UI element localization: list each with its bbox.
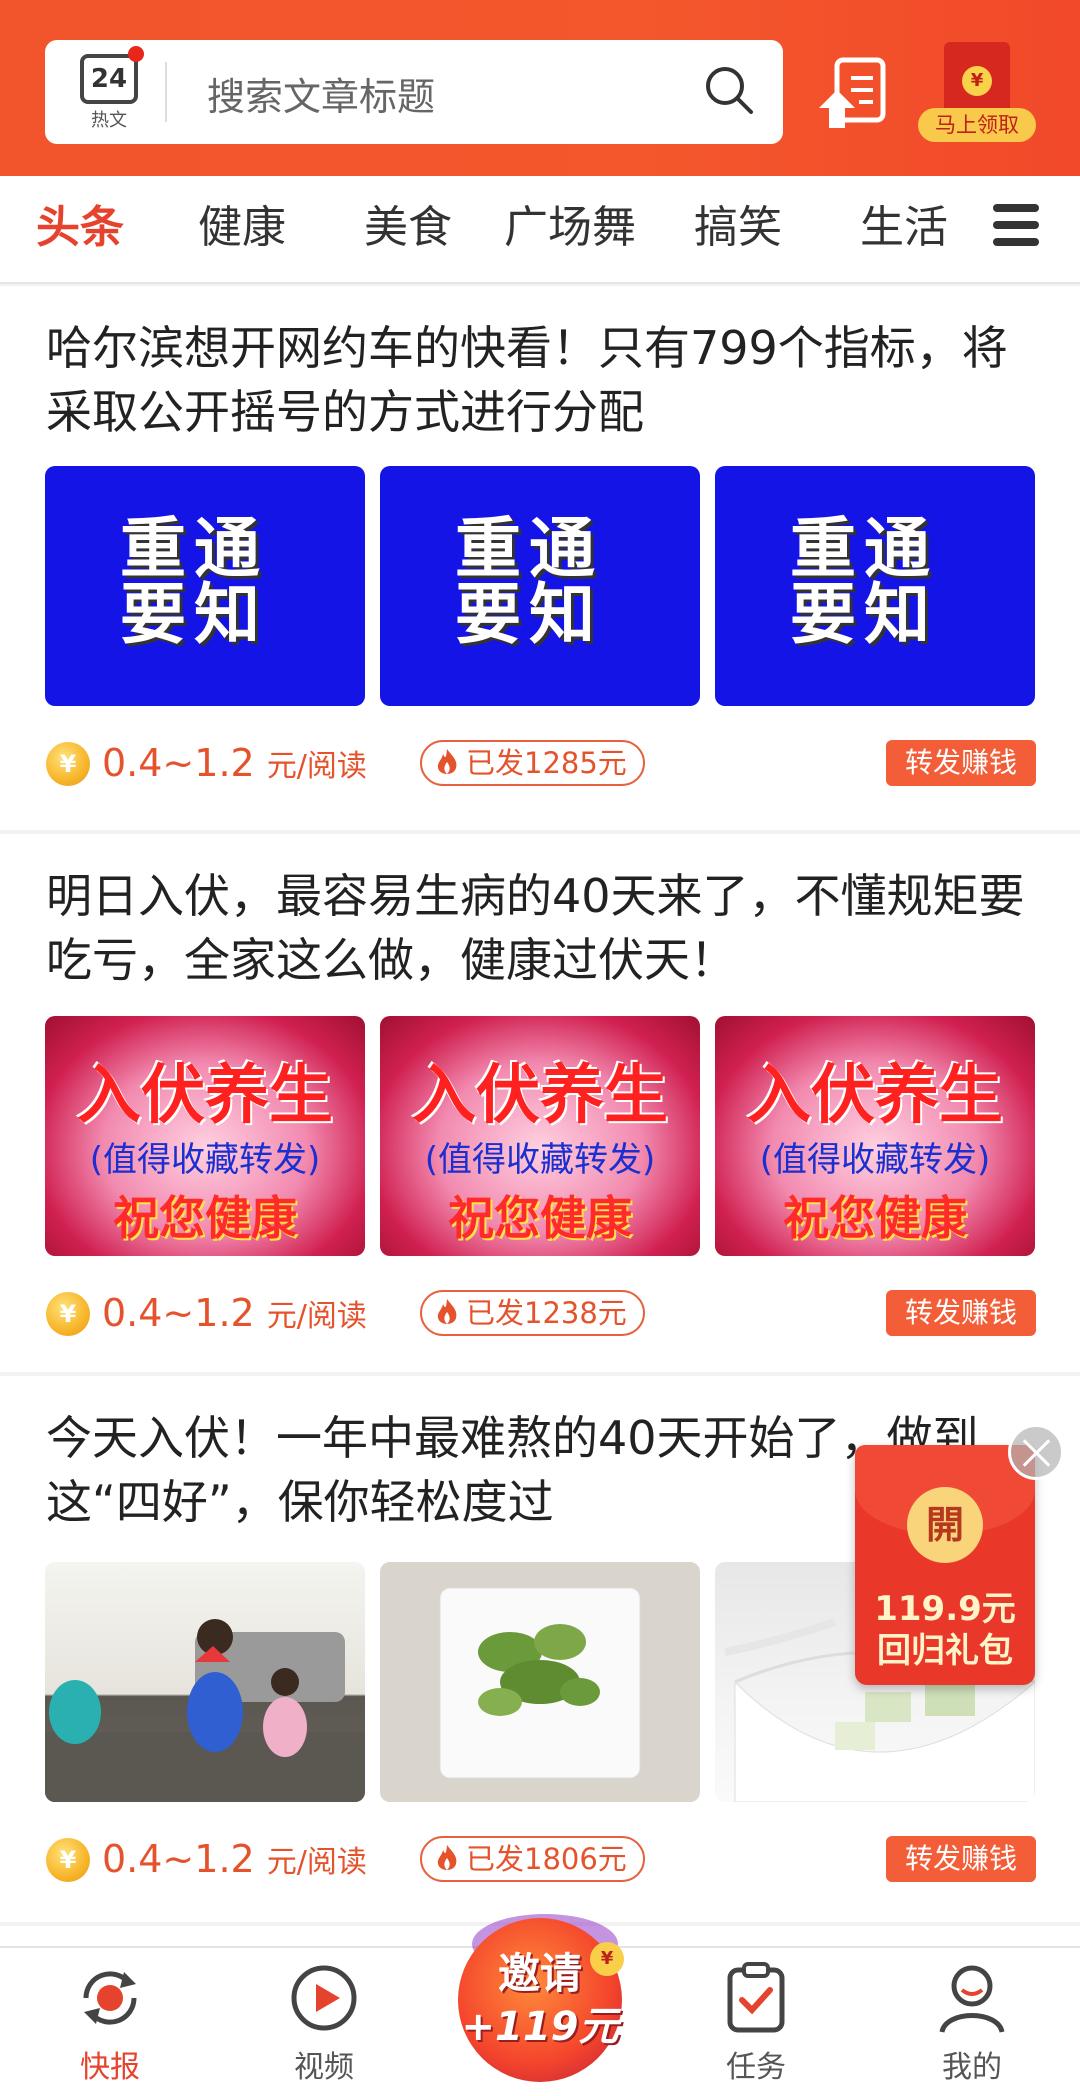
claim-label: 马上领取 [918,108,1036,142]
fire-icon [437,1845,457,1870]
user-icon [939,1965,1005,2033]
thumb-text: 要知 [120,576,268,653]
reward-price: 0.4~1.2 元/阅读 [102,1837,367,1881]
paid-out-badge: 已发1806元 [420,1836,645,1882]
article-title[interactable]: 哈尔滨想开网约车的快看！只有799个指标，将采取公开摇号的方式进行分配 [46,316,1036,444]
paid-out-badge: 已发1285元 [420,740,645,786]
article-thumbnail: 入伏养生 (值得收藏转发) 祝您健康 [380,1016,700,1256]
category-tabs: 头条 健康 美食 广场舞 搞笑 生活 [0,176,1080,284]
coin-icon: ¥ [46,742,90,786]
coin-icon: ¥ [46,1292,90,1336]
article-thumbnail: 重通 要知 [380,466,700,706]
nav-label: 我的 [942,2050,1002,2085]
invite-label: 邀请 [497,1949,582,1998]
hot-articles-button[interactable]: 24 热文 [75,46,144,131]
share-earn-button[interactable]: 转发赚钱 [886,740,1036,786]
nav-label: 任务 [726,2050,786,2085]
paid-out-text: 已发1806元 [466,1842,627,1876]
fire-icon [437,749,457,774]
paid-out-text: 已发1285元 [466,746,627,780]
reward-price: 0.4~1.2 元/阅读 [102,1291,367,1335]
claim-redpack-button[interactable]: ¥ 马上领取 [918,42,1038,146]
thumb-text: (值得收藏转发) [424,1140,656,1180]
thumb-text: 入伏养生 [77,1059,333,1133]
notification-dot [128,46,144,62]
bitter-melon-dish-photo [439,1587,641,1779]
article-meta: ¥ 0.4~1.2 元/阅读 已发1285元 转发赚钱 [46,738,1036,788]
calendar-icon: 24 [80,46,144,104]
share-earn-button[interactable]: 转发赚钱 [886,1836,1036,1882]
article-card[interactable]: 明日入伏，最容易生病的40天来了，不懂规矩要吃亏，全家这么做，健康过伏天！ 入伏… [0,834,1080,1372]
article-thumbnail: 重通 要知 [715,466,1035,706]
tab-square-dance[interactable]: 广场舞 [504,200,636,256]
thumb-text: 入伏养生 [412,1059,668,1133]
video-play-icon [291,1965,357,2031]
thumb-text: 入伏养生 [747,1059,1003,1133]
thumb-text: (值得收藏转发) [89,1140,321,1180]
invite-reward: +119元 [461,2004,619,2050]
fire-icon [437,1299,457,1324]
search-icon[interactable] [703,64,755,116]
open-coin-icon: 開 [907,1487,983,1563]
article-thumbnails: 重通 要知 重通 要知 重通 要知 [45,466,1035,706]
hot-badge-label: 热文 [91,110,127,131]
article-meta: ¥ 0.4~1.2 元/阅读 已发1806元 转发赚钱 [46,1834,1036,1884]
top-header: 24 热文 搜索文章标题 ¥ 马上领取 [0,0,1080,176]
coin-icon: ¥ [46,1838,90,1882]
article-thumbnail [45,1562,365,1802]
thumb-text: 要知 [790,576,938,653]
search-bar[interactable]: 24 热文 搜索文章标题 [45,40,783,144]
article-card[interactable]: 哈尔滨想开网约车的快看！只有799个指标，将采取公开摇号的方式进行分配 重通 要知… [0,286,1080,830]
close-icon[interactable] [1008,1424,1064,1480]
tab-food[interactable]: 美食 [364,200,452,256]
nav-profile[interactable]: 我的 [902,1960,1042,2086]
article-meta: ¥ 0.4~1.2 元/阅读 已发1238元 转发赚钱 [46,1288,1036,1338]
reward-price: 0.4~1.2 元/阅读 [102,741,367,785]
invite-button[interactable]: ¥ 邀请 +119元 [452,1912,628,2088]
return-gift-redpack[interactable]: 開 119.9元 回归礼包 [855,1445,1035,1685]
paid-out-badge: 已发1238元 [420,1290,645,1336]
nav-news[interactable]: 快报 [40,1960,180,2086]
thumb-text: 要知 [455,576,603,653]
gift-label: 回归礼包 [877,1631,1013,1671]
nav-label: 视频 [294,2050,354,2085]
article-thumbnail: 入伏养生 (值得收藏转发) 祝您健康 [45,1016,365,1256]
paid-out-text: 已发1238元 [466,1296,627,1330]
refresh-news-icon [83,1971,137,2025]
yuan-coin-icon: ¥ [962,66,992,96]
article-title[interactable]: 明日入伏，最容易生病的40天来了，不懂规矩要吃亏，全家这么做，健康过伏天！ [46,864,1036,992]
nav-tasks[interactable]: 任务 [686,1960,826,2086]
share-earn-button[interactable]: 转发赚钱 [886,1290,1036,1336]
tab-health[interactable]: 健康 [198,200,286,256]
menu-icon[interactable] [993,204,1039,250]
article-thumbnail: 重通 要知 [45,466,365,706]
mother-daughter-watermelon-photo [45,1619,365,1802]
tab-funny[interactable]: 搞笑 [694,200,782,256]
thumb-text: 祝您健康 [113,1191,297,1245]
clipboard-check-icon [727,1962,785,2033]
thumb-text: (值得收藏转发) [759,1140,991,1180]
article-thumbnail: 入伏养生 (值得收藏转发) 祝您健康 [715,1016,1035,1256]
article-thumbnail [380,1562,700,1802]
tab-life[interactable]: 生活 [860,200,948,256]
tab-headlines[interactable]: 头条 [36,200,124,256]
nav-label: 快报 [80,2050,140,2085]
hot-badge-number: 24 [90,64,128,94]
nav-video[interactable]: 视频 [254,1960,394,2086]
search-input[interactable]: 搜索文章标题 [207,66,435,121]
thumb-text: 祝您健康 [783,1191,967,1245]
publish-article-icon[interactable] [815,56,889,132]
article-thumbnails: 入伏养生 (值得收藏转发) 祝您健康 入伏养生 (值得收藏转发) 祝您健康 入伏… [45,1016,1035,1256]
search-divider [165,62,167,122]
thumb-text: 祝您健康 [448,1191,632,1245]
